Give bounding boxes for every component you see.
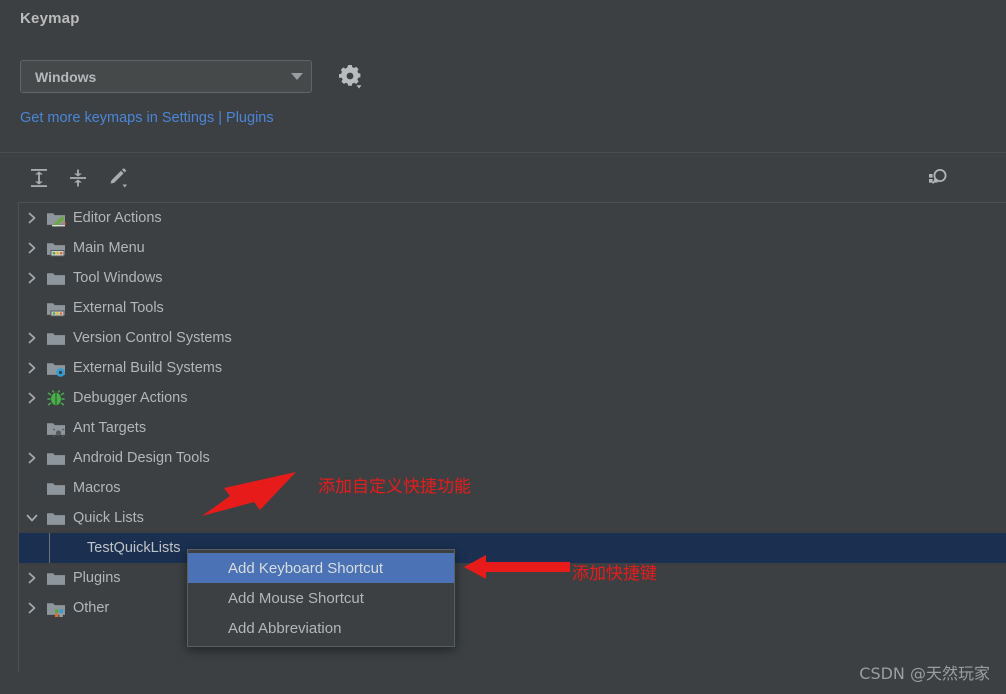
bug-icon <box>45 383 67 413</box>
context-menu[interactable]: Add Keyboard Shortcut Add Mouse Shortcut A… <box>187 549 455 647</box>
tree-row-label: Tool Windows <box>73 270 163 286</box>
folder-tools-icon <box>45 293 67 323</box>
tree-twisty[interactable] <box>19 323 45 353</box>
tree-row[interactable]: Ant Targets <box>19 413 1006 443</box>
page-title: Keymap <box>20 10 80 27</box>
get-more-keymaps-link[interactable]: Get more keymaps in Settings | Plugins <box>20 110 274 126</box>
tree-twisty-empty <box>19 473 45 503</box>
tree-twisty[interactable] <box>19 383 45 413</box>
tree-row-label: Plugins <box>73 570 121 586</box>
tree-toolbar <box>0 152 1006 348</box>
tree-row-label: Macros <box>73 480 121 496</box>
tree-row-label: External Tools <box>73 300 164 316</box>
tree-twisty[interactable] <box>19 263 45 293</box>
tree-row-label: Ant Targets <box>73 420 147 436</box>
keymap-tree[interactable]: Editor Actions Main Menu Tool Windows Exter… <box>18 202 1006 672</box>
tree-twisty[interactable] <box>19 443 45 473</box>
tree-row[interactable]: Macros <box>19 473 1006 503</box>
left-arrow <box>464 555 570 579</box>
keymap-settings-gear-button[interactable] <box>334 60 366 93</box>
watermark: CSDN @天然玩家 <box>859 664 990 683</box>
find-by-shortcut-button[interactable] <box>922 162 954 194</box>
folder-plain-icon <box>45 323 67 353</box>
folder-editor-icon <box>45 203 67 233</box>
tree-twisty-empty <box>19 293 45 323</box>
tree-row-label: Version Control Systems <box>73 330 232 346</box>
annotation-text-2: 添加快捷键 <box>572 564 657 584</box>
context-menu-item[interactable]: Add Keyboard Shortcut <box>188 553 454 583</box>
folder-gear-icon <box>45 353 67 383</box>
pencil-icon <box>110 168 127 188</box>
tree-row[interactable]: Main Menu <box>19 233 1006 263</box>
folder-ant-icon <box>45 413 67 443</box>
context-menu-item[interactable]: Add Mouse Shortcut <box>188 583 454 613</box>
tree-row[interactable]: Version Control Systems <box>19 323 1006 353</box>
tree-twisty-empty <box>19 413 45 443</box>
tree-row-label: Android Design Tools <box>73 450 210 466</box>
expand-all-button[interactable] <box>24 163 54 193</box>
tree-row[interactable]: Quick Lists <box>19 503 1006 533</box>
find-by-shortcut-icon <box>929 169 947 184</box>
tree-row-label: Quick Lists <box>73 510 144 526</box>
annotation-text-1: 添加自定义快捷功能 <box>318 477 471 497</box>
edit-shortcut-button[interactable] <box>103 163 133 193</box>
tree-twisty[interactable] <box>19 203 45 233</box>
tree-row-label: External Build Systems <box>73 360 223 376</box>
folder-plain-icon <box>45 503 67 533</box>
folder-plain-icon <box>45 263 67 293</box>
chevron-down-icon <box>283 73 311 80</box>
tree-row-label: Editor Actions <box>73 210 162 226</box>
gear-icon <box>339 64 362 88</box>
folder-other-icon <box>45 593 67 623</box>
keymap-settings-panel: Keymap Windows Get more keymaps in Setti… <box>0 0 1006 694</box>
tree-row-label: Main Menu <box>73 240 145 256</box>
context-menu-item[interactable]: Add Abbreviation <box>188 613 454 643</box>
tree-row[interactable]: External Tools <box>19 293 1006 323</box>
tree-row[interactable]: Android Design Tools <box>19 443 1006 473</box>
tree-twisty[interactable] <box>19 563 45 593</box>
tree-row[interactable]: Debugger Actions <box>19 383 1006 413</box>
folder-menu-icon <box>45 233 67 263</box>
tree-row[interactable]: Editor Actions <box>19 203 1006 233</box>
collapse-all-icon <box>70 169 86 187</box>
tree-row[interactable]: Tool Windows <box>19 263 1006 293</box>
keymap-select-value: Windows <box>35 68 97 85</box>
tree-row-label: TestQuickLists <box>87 540 181 556</box>
tree-indent-guide <box>49 533 50 563</box>
tree-twisty[interactable] <box>19 503 45 533</box>
tree-twisty[interactable] <box>19 233 45 263</box>
expand-all-icon <box>31 169 47 187</box>
tree-row-label: Debugger Actions <box>73 390 188 406</box>
tree-row-label: Other <box>73 600 110 616</box>
tree-row[interactable]: External Build Systems <box>19 353 1006 383</box>
keymap-select[interactable]: Windows <box>20 60 312 93</box>
collapse-all-button[interactable] <box>63 163 93 193</box>
tree-twisty[interactable] <box>19 593 45 623</box>
folder-plain-icon <box>45 563 67 593</box>
tree-twisty[interactable] <box>19 353 45 383</box>
folder-plain-icon <box>45 473 67 503</box>
tree-row[interactable]: Other <box>19 593 1006 623</box>
folder-plain-icon <box>45 443 67 473</box>
diagonal-down-left-arrow <box>202 472 296 516</box>
